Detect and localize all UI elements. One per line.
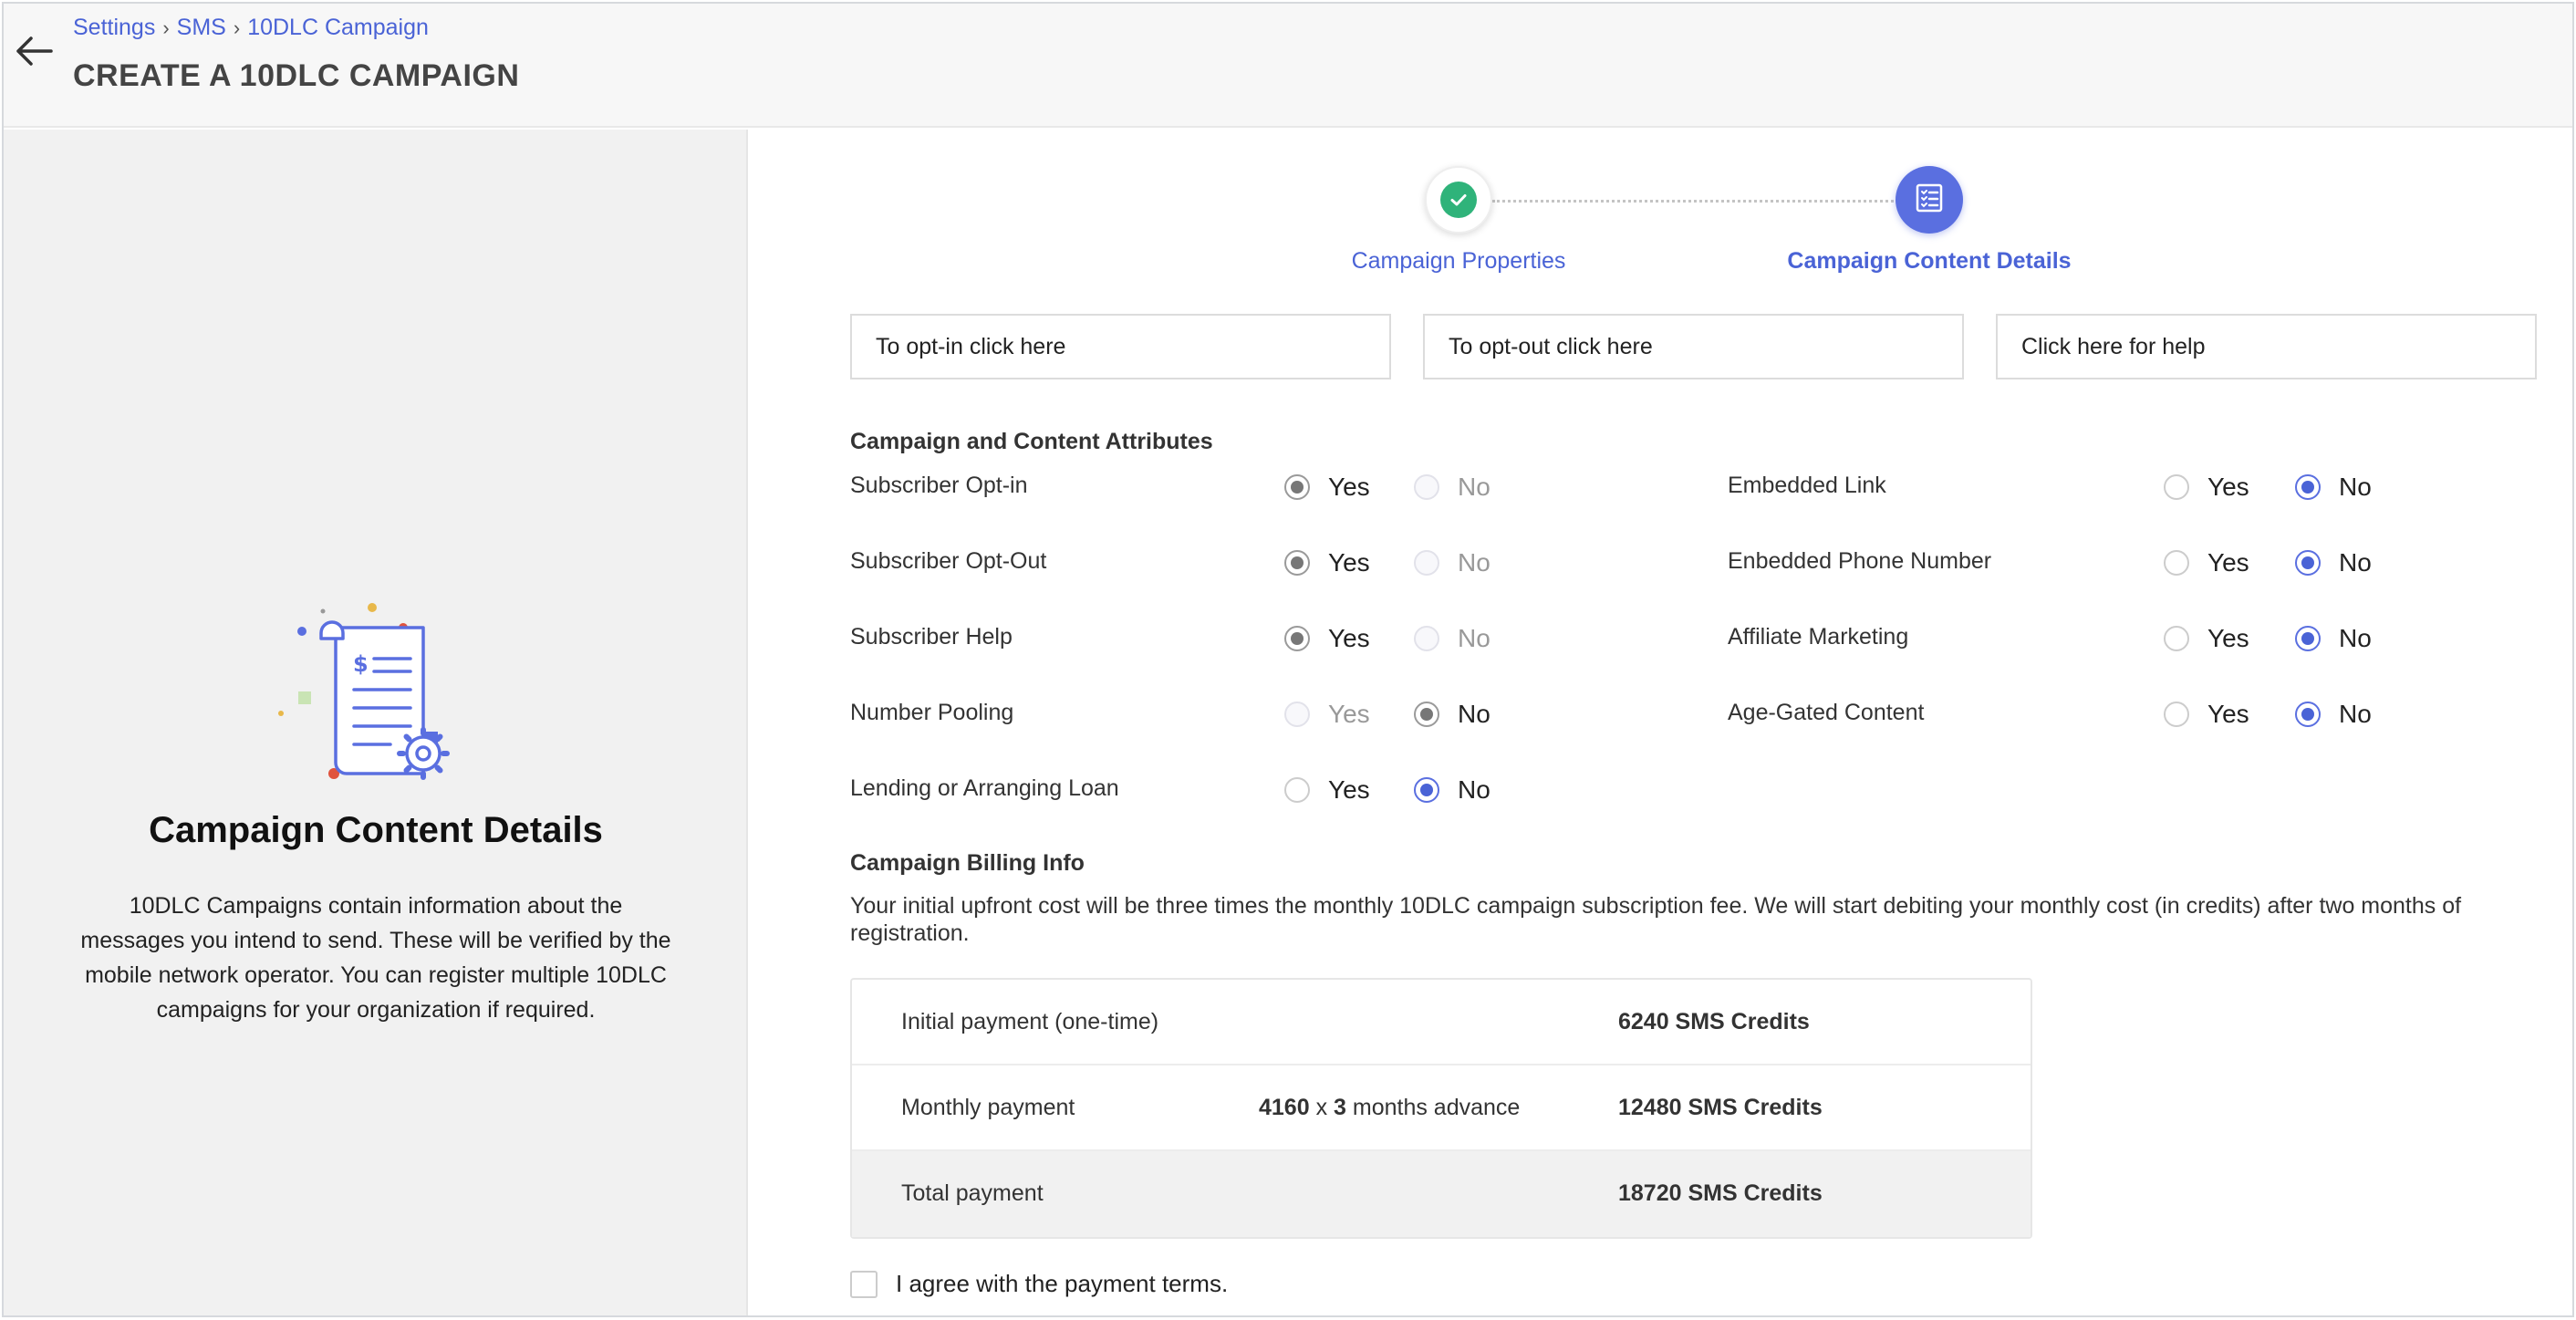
breadcrumb-separator-icon: › [162,16,170,39]
attr-subscriber-opt-out: Subscriber Opt-Out Yes No [850,543,1671,579]
breadcrumb-settings[interactable]: Settings [73,15,155,41]
form-panel: Campaign Properties Campaign Content Det… [750,130,2572,1315]
attr-affiliate-marketing: Affiliate Marketing Yes No [1728,618,2549,655]
table-row: Total payment 18720 SMS Credits [852,1151,2031,1237]
billing-row-amount: 6240 SMS Credits [1618,1009,1810,1034]
lending-loan-no-radio[interactable]: No [1414,775,1491,805]
billing-table: Initial payment (one-time) 6240 SMS Cred… [850,978,2032,1239]
billing-row-label: Total payment [901,1180,1044,1206]
link-fields [850,314,2538,379]
page-title: CREATE A 10DLC CAMPAIGN [73,58,520,93]
radio-indicator [1414,626,1439,651]
subscriber-opt-out-no-radio: No [1414,548,1491,577]
attr-age-gated-content: Age-Gated Content Yes No [1728,694,2549,731]
opt-out-link-input[interactable] [1423,314,1964,379]
checkmark-icon [1440,182,1477,218]
attr-label: Affiliate Marketing [1728,624,1909,650]
info-panel: $ Campaign Content Details 10DLC Campaig… [4,130,748,1315]
opt-in-link-input[interactable] [850,314,1391,379]
billing-row-label: Monthly payment [901,1095,1075,1120]
checklist-icon [1914,182,1945,218]
attr-subscriber-opt-in: Subscriber Opt-in Yes No [850,467,1671,504]
agree-terms: I agree with the payment terms. [850,1270,1228,1298]
subscriber-help-yes-radio[interactable]: Yes [1284,624,1370,653]
step-campaign-content-details[interactable] [1896,166,1963,234]
radio-indicator [1414,550,1439,576]
step-label-campaign-properties[interactable]: Campaign Properties [1352,248,1566,275]
svg-text:$: $ [353,651,369,677]
table-row: Monthly payment 4160 x 3 months advance … [852,1065,2031,1151]
radio-indicator [2164,702,2189,727]
subscriber-help-no-radio: No [1414,624,1491,653]
subscriber-opt-in-yes-radio[interactable]: Yes [1284,473,1370,502]
breadcrumb-10dlc-campaign[interactable]: 10DLC Campaign [247,15,429,41]
step-campaign-properties[interactable] [1425,166,1492,234]
billing-description: Your initial upfront cost will be three … [850,893,2462,946]
attr-subscriber-help: Subscriber Help Yes No [850,618,1671,655]
radio-indicator [2295,474,2321,500]
affiliate-marketing-no-radio[interactable]: No [2295,624,2372,653]
attr-label: Embedded Link [1728,473,1886,498]
embedded-link-no-radio[interactable]: No [2295,473,2372,502]
embedded-phone-no-radio[interactable]: No [2295,548,2372,577]
attr-label: Lending or Arranging Loan [850,775,1119,801]
back-arrow-icon[interactable] [11,33,55,69]
radio-indicator [1284,474,1310,500]
age-gated-no-radio[interactable]: No [2295,700,2372,729]
number-pooling-yes-radio: Yes [1284,700,1370,729]
breadcrumb-sms[interactable]: SMS [177,15,226,41]
document-settings-illustration-icon: $ [268,595,496,795]
help-link-input[interactable] [1996,314,2537,379]
step-label-campaign-content-details[interactable]: Campaign Content Details [1787,248,2071,275]
attr-label: Enbedded Phone Number [1728,548,1992,574]
breadcrumb-separator-icon: › [233,16,241,39]
info-description: 10DLC Campaigns contain information abou… [80,893,671,1023]
radio-indicator [2295,702,2321,727]
radio-indicator [1284,626,1310,651]
radio-indicator [1414,474,1439,500]
age-gated-yes-radio[interactable]: Yes [2164,700,2249,729]
stepper-connector [1492,200,1894,203]
attr-label: Age-Gated Content [1728,700,1925,725]
lending-loan-yes-radio[interactable]: Yes [1284,775,1370,805]
billing-section-title: Campaign Billing Info [850,850,1085,876]
subscriber-opt-out-yes-radio[interactable]: Yes [1284,548,1370,577]
attr-embedded-link: Embedded Link Yes No [1728,467,2549,504]
radio-indicator [2164,550,2189,576]
attr-lending-or-arranging-loan: Lending or Arranging Loan Yes No [850,770,1671,806]
info-heading: Campaign Content Details [149,810,603,850]
attr-label: Subscriber Help [850,624,1013,650]
radio-indicator [1284,550,1310,576]
attr-embedded-phone-number: Enbedded Phone Number Yes No [1728,543,2549,579]
radio-indicator [1414,777,1439,803]
radio-indicator [2295,550,2321,576]
agree-terms-checkbox[interactable] [850,1270,878,1298]
radio-indicator [1414,702,1439,727]
affiliate-marketing-yes-radio[interactable]: Yes [2164,624,2249,653]
embedded-phone-yes-radio[interactable]: Yes [2164,548,2249,577]
billing-row-label: Initial payment (one-time) [901,1009,1159,1034]
table-row: Initial payment (one-time) 6240 SMS Cred… [852,980,2031,1065]
app-frame: Settings › SMS › 10DLC Campaign CREATE A… [2,2,2574,1317]
billing-calculation: 4160 x 3 months advance [1259,1095,1521,1120]
subscriber-opt-in-no-radio: No [1414,473,1491,502]
billing-row-amount: 12480 SMS Credits [1618,1095,1823,1120]
radio-indicator [2164,626,2189,651]
billing-row-amount: 18720 SMS Credits [1618,1180,1823,1206]
radio-indicator [2164,474,2189,500]
radio-indicator [1284,702,1310,727]
agree-terms-label[interactable]: I agree with the payment terms. [896,1270,1228,1298]
breadcrumb: Settings › SMS › 10DLC Campaign [73,15,429,41]
attr-label: Subscriber Opt-Out [850,548,1047,574]
embedded-link-yes-radio[interactable]: Yes [2164,473,2249,502]
number-pooling-no-radio[interactable]: No [1414,700,1491,729]
radio-indicator [2295,626,2321,651]
attr-label: Subscriber Opt-in [850,473,1028,498]
attr-label: Number Pooling [850,700,1014,725]
radio-indicator [1284,777,1310,803]
attributes-section-title: Campaign and Content Attributes [850,429,1213,454]
page-header: Settings › SMS › 10DLC Campaign CREATE A… [4,4,2572,128]
progress-stepper: Campaign Properties Campaign Content Det… [750,130,2572,285]
attr-number-pooling: Number Pooling Yes No [850,694,1671,731]
